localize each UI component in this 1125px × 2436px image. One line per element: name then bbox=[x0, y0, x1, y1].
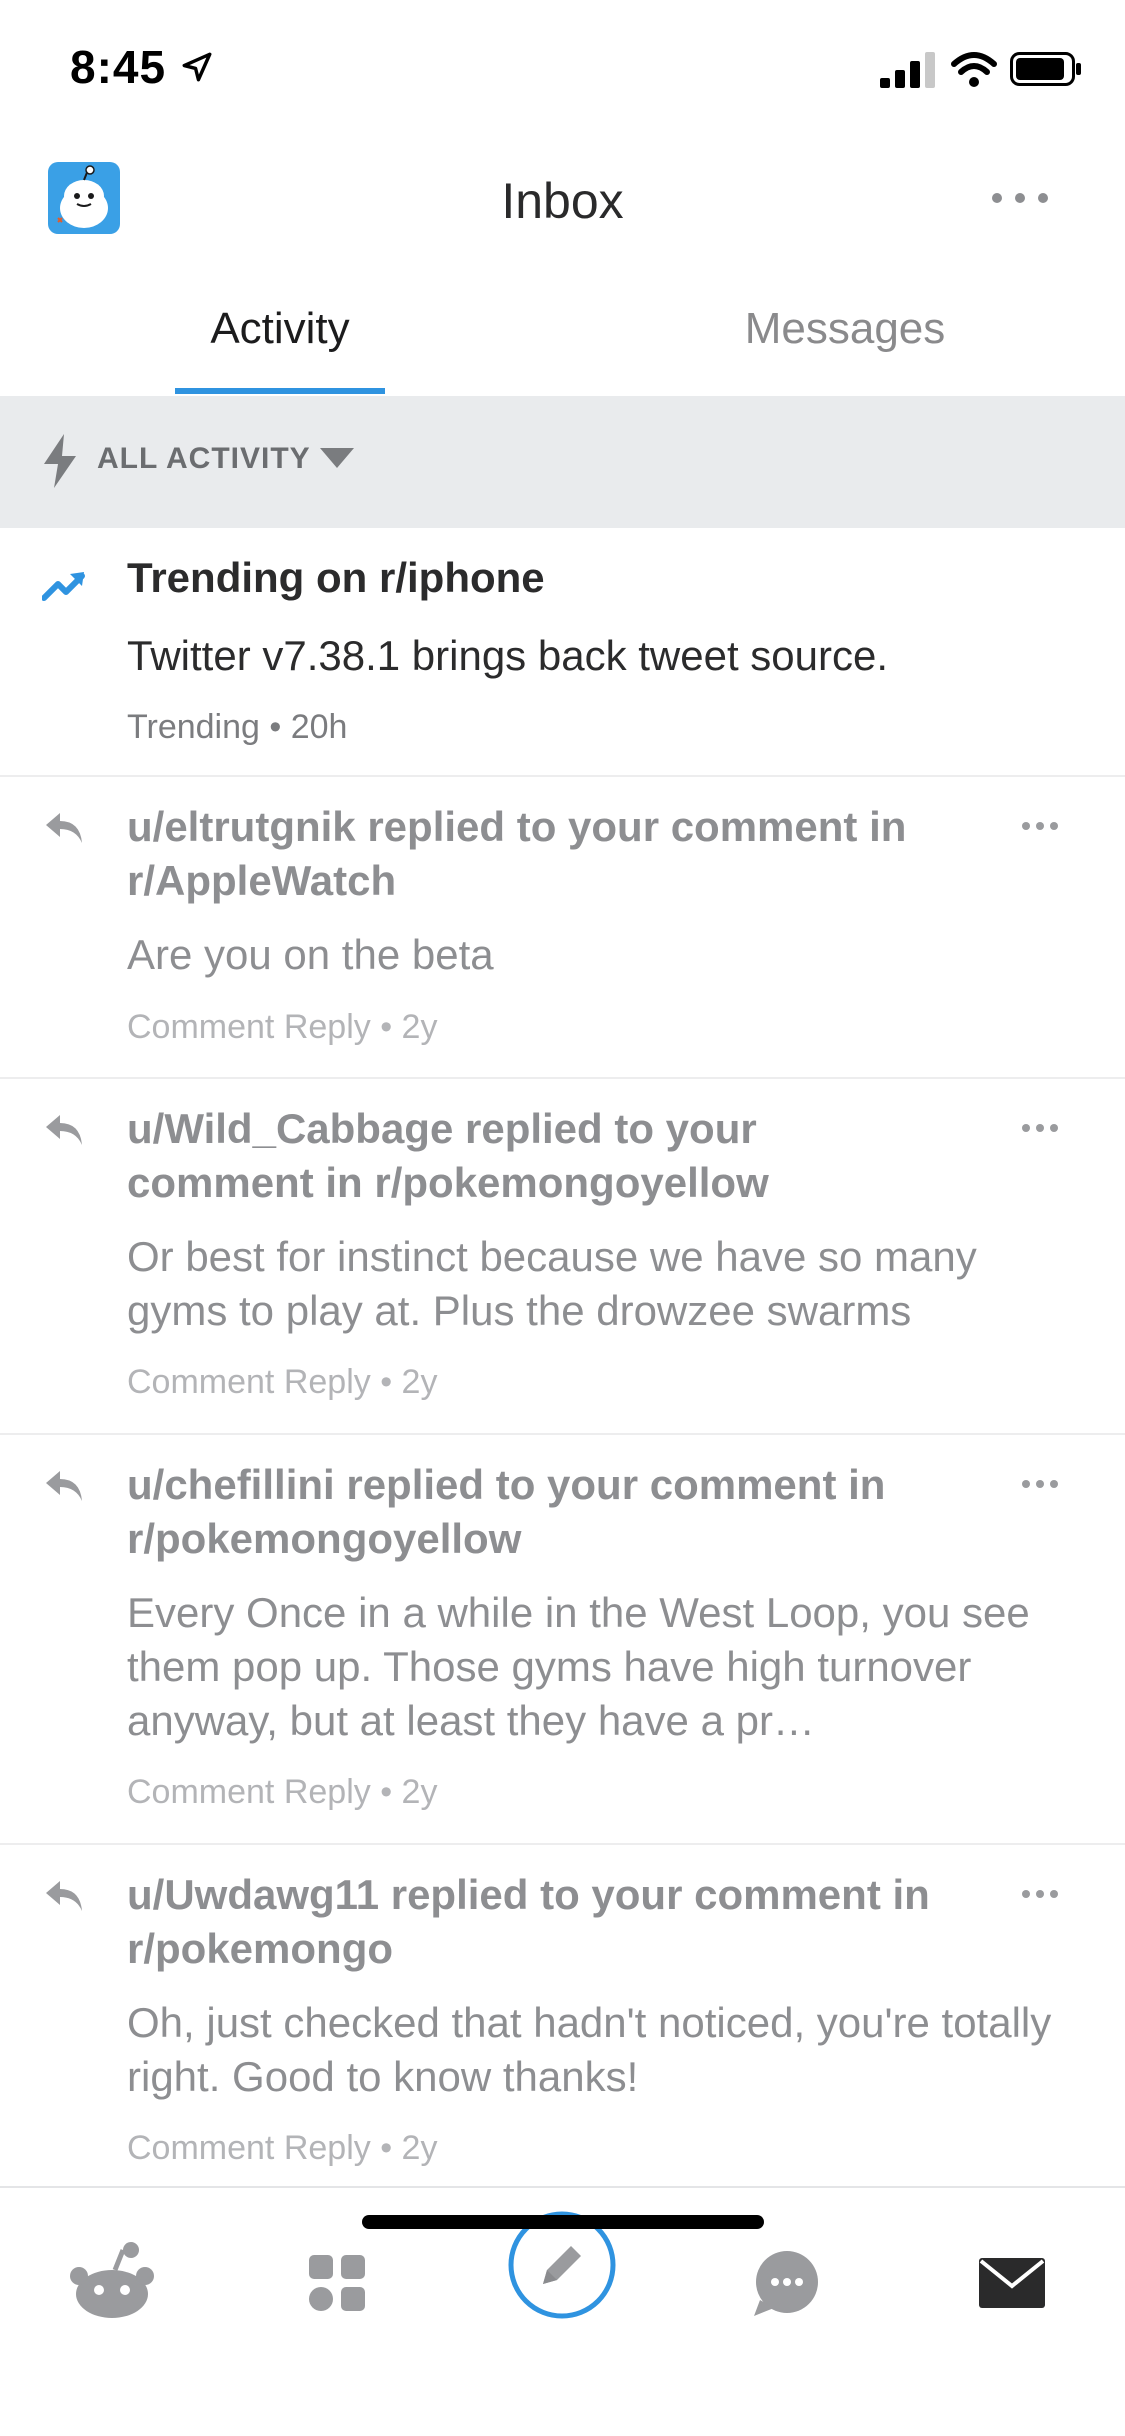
list-item[interactable]: u/Wild_Cabbage replied to your comment i… bbox=[0, 1079, 1125, 1435]
bolt-icon bbox=[44, 434, 76, 488]
mail-icon[interactable] bbox=[957, 2228, 1067, 2338]
reply-icon bbox=[46, 1471, 82, 1501]
reply-icon bbox=[46, 1881, 82, 1911]
reply-icon bbox=[46, 1115, 82, 1145]
item-body: Are you on the beta bbox=[127, 931, 494, 978]
list-item[interactable]: u/chefillini replied to your comment in … bbox=[0, 1435, 1125, 1845]
more-horizontal-icon[interactable] bbox=[985, 180, 1055, 216]
item-title: u/Wild_Cabbage replied to your comment i… bbox=[127, 1105, 769, 1206]
trending-up-icon bbox=[42, 572, 85, 601]
tab-messages[interactable]: Messages bbox=[700, 280, 990, 396]
item-body: Oh, just checked that hadn't noticed, yo… bbox=[127, 1999, 1052, 2100]
item-title: Trending on r/iphone bbox=[127, 554, 545, 601]
item-meta: Comment Reply • 2y bbox=[127, 1773, 438, 1811]
list-item[interactable]: Trending on r/iphone Twitter v7.38.1 bri… bbox=[0, 528, 1125, 777]
more-horizontal-icon[interactable] bbox=[1020, 1477, 1060, 1491]
activity-list: Trending on r/iphone Twitter v7.38.1 bri… bbox=[0, 528, 1125, 2186]
list-item[interactable]: u/Uwdawg11 replied to your comment in r/… bbox=[0, 1845, 1125, 2186]
wifi-icon bbox=[951, 52, 997, 87]
reddit-home-icon[interactable] bbox=[57, 2228, 167, 2338]
status-bar: 8:45 bbox=[0, 0, 1125, 140]
more-horizontal-icon[interactable] bbox=[1020, 1887, 1060, 1901]
item-title: u/eltrutgnik replied to your comment in … bbox=[127, 803, 907, 904]
list-item[interactable]: u/eltrutgnik replied to your comment in … bbox=[0, 777, 1125, 1079]
item-meta: Comment Reply • 2y bbox=[127, 1363, 438, 1401]
battery-icon bbox=[1010, 52, 1081, 86]
item-body: Twitter v7.38.1 brings back tweet source… bbox=[127, 632, 889, 679]
item-meta: Comment Reply • 2y bbox=[127, 2129, 438, 2167]
chat-bubble-icon[interactable] bbox=[732, 2228, 842, 2338]
item-title: u/Uwdawg11 replied to your comment in r/… bbox=[127, 1871, 930, 1972]
item-meta: Trending • 20h bbox=[127, 708, 348, 746]
home-indicator bbox=[362, 2215, 764, 2229]
reply-icon bbox=[46, 813, 82, 843]
more-horizontal-icon[interactable] bbox=[1020, 1121, 1060, 1135]
header: Inbox bbox=[0, 140, 1125, 255]
signal-icon bbox=[880, 52, 935, 88]
location-arrow-icon bbox=[182, 52, 212, 82]
active-tab-indicator bbox=[175, 388, 385, 394]
filter-label: ALL ACTIVITY bbox=[97, 442, 311, 475]
item-body: Every Once in a while in the West Loop, … bbox=[127, 1589, 1030, 1744]
item-title: u/chefillini replied to your comment in … bbox=[127, 1461, 886, 1562]
inbox-tabs: Activity Messages bbox=[0, 280, 1125, 396]
item-body: Or best for instinct because we have so … bbox=[127, 1233, 977, 1334]
status-time: 8:45 bbox=[70, 41, 167, 93]
item-meta: Comment Reply • 2y bbox=[127, 1008, 438, 1046]
communities-grid-icon[interactable] bbox=[282, 2228, 392, 2338]
tab-activity[interactable]: Activity bbox=[175, 280, 385, 396]
page-title: Inbox bbox=[501, 173, 624, 229]
more-horizontal-icon[interactable] bbox=[1020, 819, 1060, 833]
activity-filter[interactable]: ALL ACTIVITY bbox=[0, 396, 1125, 528]
caret-down-icon bbox=[320, 448, 354, 468]
